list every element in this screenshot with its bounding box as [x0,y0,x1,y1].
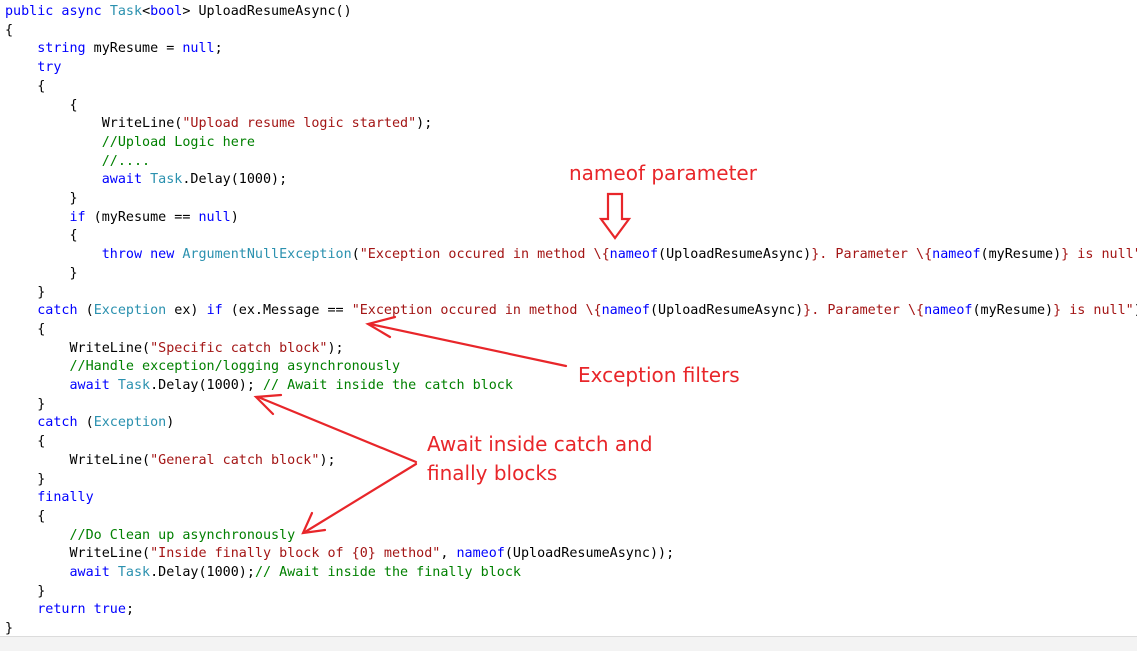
exception-filters-arrow [365,315,568,368]
annotation-arrows [253,192,632,535]
await-catch-arrow [253,393,418,464]
await-finally-arrow [301,462,418,535]
down-arrow-icon [598,192,632,240]
